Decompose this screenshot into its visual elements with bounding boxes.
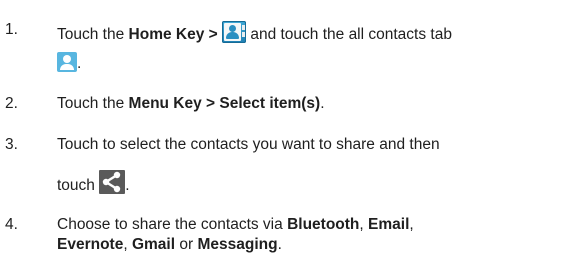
text: Touch to select the contacts you want to… bbox=[57, 136, 440, 153]
step-number: 2. bbox=[5, 95, 18, 112]
bold-text: Messaging bbox=[197, 236, 278, 253]
step-number: 1. bbox=[5, 21, 18, 38]
text: , bbox=[123, 236, 132, 253]
text: . bbox=[320, 95, 325, 112]
bold-text: Bluetooth bbox=[287, 216, 360, 233]
step-text-line: Evernote, Gmail or Messaging. bbox=[57, 236, 282, 254]
bold-text: Gmail bbox=[131, 236, 176, 253]
step-text-line: Touch to select the contacts you want to… bbox=[57, 136, 440, 154]
text: Touch the bbox=[57, 26, 129, 43]
bold-text: Evernote bbox=[57, 236, 124, 253]
step-number: 3. bbox=[5, 136, 18, 153]
text: , bbox=[359, 216, 369, 233]
share-icon bbox=[99, 170, 126, 194]
text: , bbox=[409, 216, 414, 233]
step-text-line: Touch the Menu Key > Select item(s). bbox=[57, 95, 325, 113]
text: and touch the all contacts tab bbox=[246, 26, 452, 43]
step-text-line: touch . bbox=[57, 170, 130, 195]
bold-text: Email bbox=[368, 216, 410, 233]
step-text-line: . bbox=[57, 52, 81, 73]
step-text-line: Choose to share the contacts via Bluetoo… bbox=[57, 216, 414, 234]
text: Touch the bbox=[57, 95, 129, 112]
bold-text: Menu Key > Select item(s) bbox=[128, 95, 321, 112]
contacts-app-icon bbox=[222, 21, 247, 43]
text: . bbox=[77, 55, 82, 72]
text: Choose to share the contacts via bbox=[57, 216, 288, 233]
text: or bbox=[175, 236, 198, 253]
bold-text: Home Key > bbox=[128, 26, 223, 43]
text: touch bbox=[57, 177, 100, 194]
step-number: 4. bbox=[5, 216, 18, 233]
person-icon bbox=[57, 52, 77, 72]
text: . bbox=[277, 236, 282, 253]
text: . bbox=[125, 177, 130, 194]
step-text-line: Touch the Home Key > and touch the all c… bbox=[57, 21, 452, 44]
